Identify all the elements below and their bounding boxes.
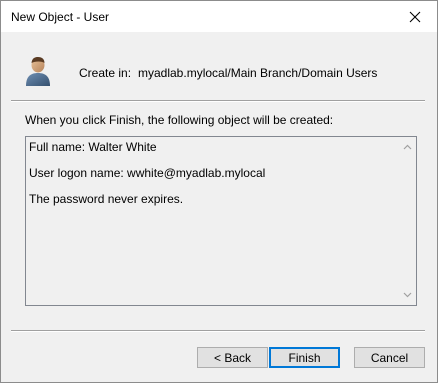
window-title: New Object - User (11, 10, 110, 24)
back-button[interactable]: < Back (197, 347, 268, 368)
finish-button[interactable]: Finish (269, 347, 340, 368)
summary-line-full-name: Full name: Walter White (29, 140, 157, 154)
scroll-up-arrow-icon[interactable] (403, 143, 412, 152)
header-divider (11, 100, 425, 102)
title-bar[interactable]: New Object - User (1, 1, 437, 32)
summary-textbox[interactable]: Full name: Walter White User logon name:… (25, 136, 417, 306)
cancel-button[interactable]: Cancel (354, 347, 425, 368)
scroll-down-arrow-icon[interactable] (403, 290, 412, 299)
close-button[interactable] (393, 1, 437, 32)
summary-line-password: The password never expires. (29, 192, 184, 206)
dialog-header: Create in: myadlab.mylocal/Main Branch/D… (1, 32, 437, 101)
vertical-scrollbar[interactable] (399, 137, 416, 305)
create-in-path: myadlab.mylocal/Main Branch/Domain Users (138, 66, 378, 80)
close-icon (409, 11, 421, 22)
create-in-label: Create in: (79, 66, 132, 80)
new-object-user-dialog: New Object - User Create in: myadlab.myl… (0, 0, 438, 383)
footer-divider (11, 330, 425, 332)
intro-text: When you click Finish, the following obj… (25, 113, 334, 127)
user-icon (26, 57, 50, 86)
summary-line-logon-name: User logon name: wwhite@myadlab.mylocal (29, 166, 266, 180)
